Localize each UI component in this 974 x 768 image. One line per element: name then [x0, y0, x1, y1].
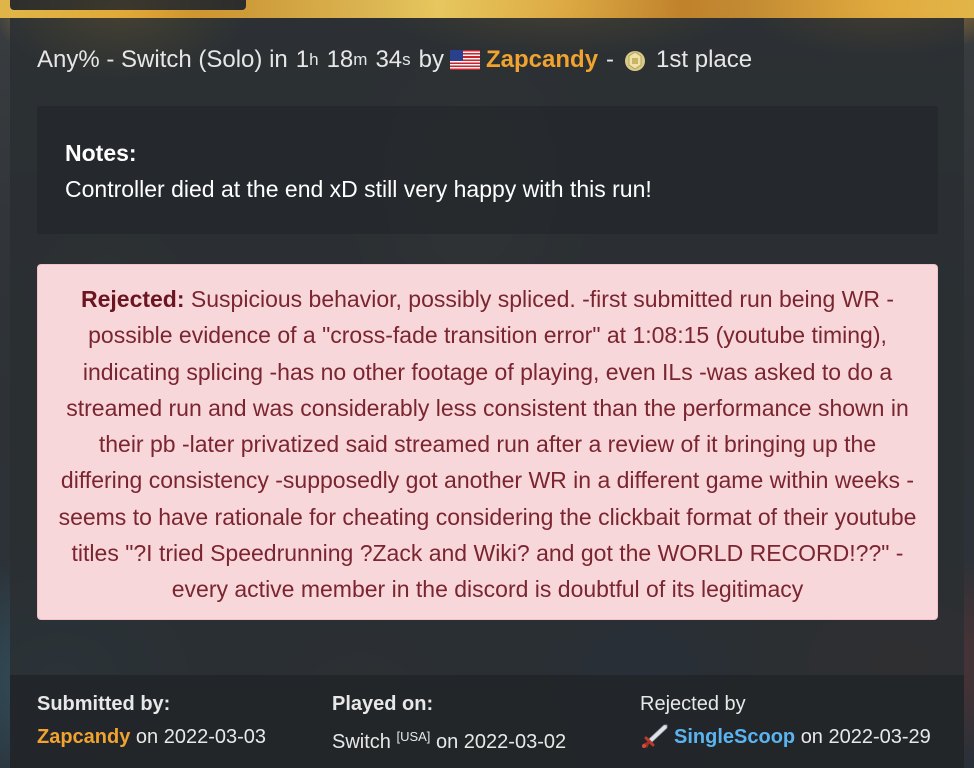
run-by-label: by: [418, 46, 445, 73]
usa-flag-icon: [450, 50, 481, 70]
player-link[interactable]: Zapcandy: [486, 46, 598, 74]
run-time-hours-unit: h: [309, 50, 319, 69]
rejection-label: Rejected:: [80, 286, 185, 312]
rejected-date: on 2022-03-29: [800, 726, 931, 748]
rejection-alert: Rejected: Suspicious behavior, possibly …: [37, 264, 938, 620]
rejection-reason: Suspicious behavior, possibly spliced. -…: [58, 286, 917, 603]
run-time-seconds: 34: [375, 46, 403, 73]
banner-image-edge: [0, 0, 974, 18]
run-time-minutes-unit: m: [353, 50, 368, 69]
run-time-minutes: 18: [326, 46, 354, 73]
submitter-link[interactable]: Zapcandy: [37, 726, 130, 748]
region-tag: [USA]: [396, 729, 431, 744]
run-category: Any% - Switch (Solo) in: [37, 46, 288, 73]
run-time-seconds-unit: s: [402, 50, 411, 69]
notes-text: Controller died at the end xD still very…: [65, 176, 652, 202]
rejected-by-column: Rejected by SingleScoop on 2022-03-29: [640, 692, 931, 752]
title-separator: -: [606, 46, 615, 73]
moderator-link[interactable]: SingleScoop: [674, 726, 795, 748]
submitted-by-column: Submitted by: Zapcandy on 2022-03-03: [37, 692, 266, 752]
notes-box: Notes: Controller died at the end xD sti…: [37, 106, 938, 234]
run-time-hours: 1: [295, 46, 310, 73]
notes-label: Notes:: [65, 140, 137, 166]
platform-name: Switch: [332, 731, 391, 753]
rejected-by-label: Rejected by: [640, 693, 746, 715]
place-label: 1st place: [656, 46, 753, 73]
submitted-by-label: Submitted by:: [37, 693, 171, 715]
banner-tab: [10, 0, 246, 10]
played-on-label: Played on:: [332, 693, 434, 715]
sword-moderator-icon: [642, 724, 668, 748]
played-date: on 2022-03-02: [436, 731, 567, 753]
submitted-date: on 2022-03-03: [135, 726, 267, 748]
run-title: Any% - Switch (Solo) in 1h 18 m 34 s by Za…: [37, 42, 752, 78]
played-on-column: Played on: Switch [USA] on 2022-03-02: [332, 692, 567, 753]
rejection-message: Rejected: Suspicious behavior, possibly …: [56, 281, 919, 608]
first-place-trophy-icon: [625, 51, 646, 71]
